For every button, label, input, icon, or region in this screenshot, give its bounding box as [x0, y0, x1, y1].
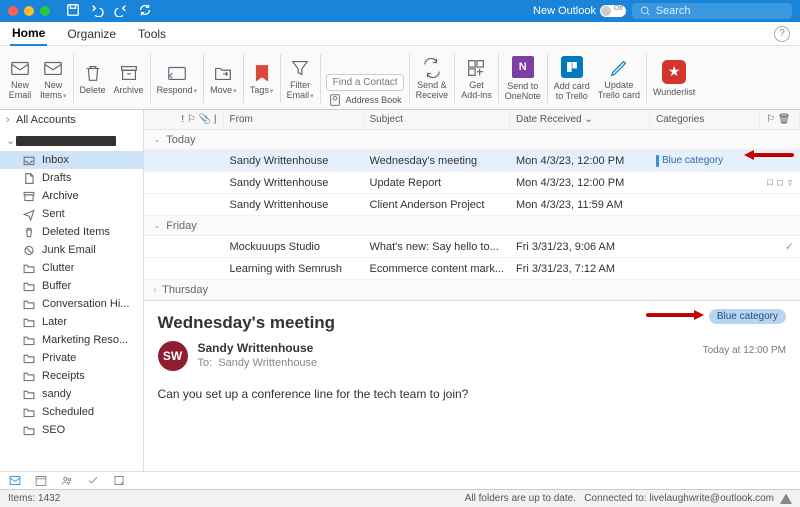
folder-marketing-reso-[interactable]: Marketing Reso... — [0, 331, 143, 349]
send-to-onenote-button[interactable]: N Send to OneNote — [501, 50, 545, 107]
add-card-trello-button[interactable]: Add card to Trello — [550, 50, 594, 107]
find-group: Address Book — [323, 50, 407, 107]
get-addins-button[interactable]: Get Add-ins — [457, 50, 496, 107]
category-badge[interactable]: Blue category — [709, 309, 786, 324]
undo-icon[interactable] — [90, 3, 104, 20]
folder-junk-email[interactable]: Junk Email — [0, 241, 143, 259]
list-header: ! ⚐ 📎 | From Subject Date Received ⌄ Cat… — [144, 110, 800, 130]
new-items-button[interactable]: New Items — [36, 50, 71, 107]
all-accounts[interactable]: ›All Accounts — [0, 110, 143, 130]
folder-buffer[interactable]: Buffer — [0, 277, 143, 295]
col-actions: ⚐ 🗑 — [760, 110, 800, 129]
mail-row[interactable]: Mockuuups StudioWhat's new: Say hello to… — [144, 236, 800, 258]
connection-status: Connected to: livelaughwrite@outlook.com — [584, 493, 774, 504]
update-trello-card-button[interactable]: Update Trello card — [594, 50, 644, 107]
wunderlist-icon — [662, 60, 686, 84]
col-date[interactable]: Date Received ⌄ — [510, 110, 650, 129]
trello-icon — [561, 56, 583, 78]
folder-private[interactable]: Private — [0, 349, 143, 367]
search-icon — [640, 5, 651, 17]
col-from[interactable]: From — [224, 110, 364, 129]
mail-view-icon[interactable] — [8, 474, 22, 487]
col-flags[interactable]: ! ⚐ 📎 | — [144, 110, 224, 129]
find-contact-input[interactable] — [326, 74, 404, 91]
group-thursday[interactable]: ›Thursday — [144, 280, 800, 300]
col-categories[interactable]: Categories — [650, 110, 760, 129]
respond-button[interactable]: Respond — [153, 50, 202, 107]
new-outlook-label: New Outlook — [533, 5, 596, 17]
maximize-window[interactable] — [40, 6, 50, 16]
folder-sandy[interactable]: sandy — [0, 385, 143, 403]
save-icon[interactable] — [66, 3, 80, 20]
close-window[interactable] — [8, 6, 18, 16]
folder-receipts[interactable]: Receipts — [0, 367, 143, 385]
notes-view-icon[interactable] — [112, 474, 126, 487]
archive-button[interactable]: Archive — [110, 50, 148, 107]
message-body: Can you set up a conference line for the… — [158, 387, 787, 401]
folder-scheduled[interactable]: Scheduled — [0, 403, 143, 421]
mail-panel: ! ⚐ 📎 | From Subject Date Received ⌄ Cat… — [144, 110, 800, 471]
message-subject: Wednesday's meeting — [158, 313, 787, 333]
folder-sidebar: ›All Accounts ⌄ InboxDraftsArchiveSentDe… — [0, 110, 144, 471]
mail-row[interactable]: Learning with SemrushEcommerce content m… — [144, 258, 800, 280]
folder-drafts[interactable]: Drafts — [0, 169, 143, 187]
mail-row[interactable]: Sandy WrittenhouseWednesday's meetingMon… — [144, 150, 800, 172]
tab-organize[interactable]: Organize — [65, 23, 118, 45]
ribbon: New Email New Items Delete Archive Respo… — [0, 46, 800, 110]
wunderlist-button[interactable]: Wunderlist — [649, 50, 699, 107]
search-box[interactable] — [632, 3, 792, 19]
folder-inbox[interactable]: Inbox — [0, 151, 143, 169]
help-icon[interactable]: ? — [774, 26, 790, 42]
reading-pane: Wednesday's meeting Blue category SW San… — [144, 300, 800, 471]
address-book-button[interactable]: Address Book — [328, 93, 402, 107]
sender-name: Sandy Writtenhouse — [198, 341, 318, 355]
sync-icon[interactable] — [138, 3, 152, 20]
sync-status: All folders are up to date. — [465, 493, 576, 504]
item-count: Items: 1432 — [8, 493, 60, 504]
filter-email-button[interactable]: Filter Email — [283, 50, 318, 107]
tab-home[interactable]: Home — [10, 22, 47, 46]
account-name[interactable]: ⌄ — [0, 130, 143, 151]
avatar: SW — [158, 341, 188, 371]
delete-button[interactable]: Delete — [76, 50, 110, 107]
folder-clutter[interactable]: Clutter — [0, 259, 143, 277]
tasks-view-icon[interactable] — [86, 474, 100, 487]
people-view-icon[interactable] — [60, 474, 74, 487]
redo-icon[interactable] — [114, 3, 128, 20]
toggle-switch[interactable] — [600, 5, 626, 17]
col-subject[interactable]: Subject — [364, 110, 511, 129]
window-controls[interactable] — [8, 6, 50, 16]
mail-row[interactable]: Sandy WrittenhouseClient Anderson Projec… — [144, 194, 800, 216]
mail-row[interactable]: Sandy WrittenhouseUpdate ReportMon 4/3/2… — [144, 172, 800, 194]
move-button[interactable]: Move — [206, 50, 241, 107]
minimize-window[interactable] — [24, 6, 34, 16]
new-email-button[interactable]: New Email — [4, 50, 36, 107]
folder-sent[interactable]: Sent — [0, 205, 143, 223]
search-input[interactable] — [656, 5, 784, 17]
menu-tabs: Home Organize Tools ? — [0, 22, 800, 46]
onenote-icon: N — [512, 56, 534, 78]
titlebar: New Outlook — [0, 0, 800, 22]
calendar-view-icon[interactable] — [34, 474, 48, 487]
folder-later[interactable]: Later — [0, 313, 143, 331]
folder-seo[interactable]: SEO — [0, 421, 143, 439]
recipient-row: To: Sandy Writtenhouse — [198, 357, 318, 369]
alert-icon[interactable] — [780, 493, 792, 505]
view-switcher — [0, 471, 800, 489]
folder-archive[interactable]: Archive — [0, 187, 143, 205]
group-today[interactable]: ⌄Today — [144, 130, 800, 150]
tags-button[interactable]: Tags — [246, 50, 278, 107]
message-timestamp: Today at 12:00 PM — [703, 345, 786, 356]
group-friday[interactable]: ⌄Friday — [144, 216, 800, 236]
status-bar: Items: 1432 All folders are up to date. … — [0, 489, 800, 507]
new-outlook-toggle[interactable]: New Outlook — [533, 5, 626, 17]
folder-deleted-items[interactable]: Deleted Items — [0, 223, 143, 241]
folder-conversation-hi-[interactable]: Conversation Hi... — [0, 295, 143, 313]
tab-tools[interactable]: Tools — [136, 23, 168, 45]
send-receive-button[interactable]: Send & Receive — [412, 50, 453, 107]
